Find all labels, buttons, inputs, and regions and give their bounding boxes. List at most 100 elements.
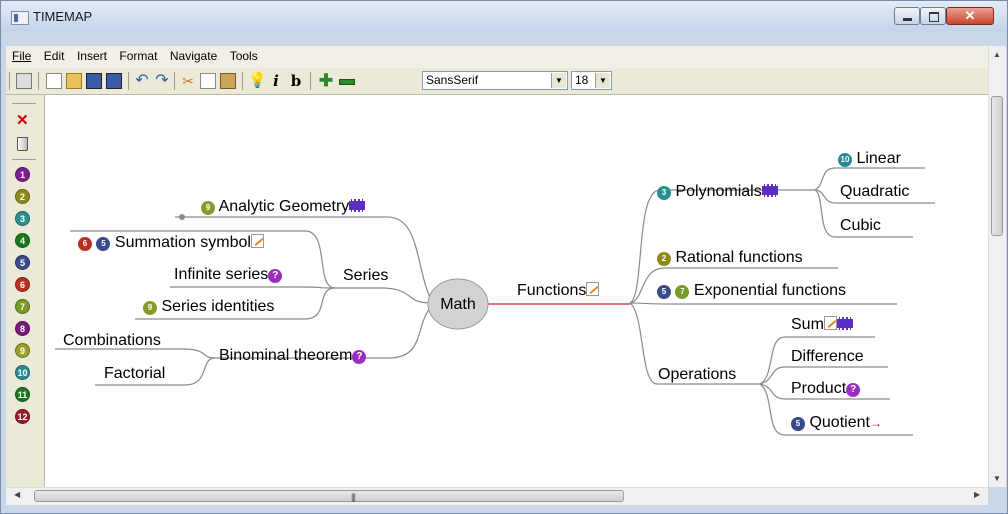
close-button[interactable]: ✕ — [946, 7, 994, 25]
bold-button[interactable]: b — [288, 73, 304, 89]
priority-5-icon[interactable]: 5 — [15, 255, 30, 270]
node-sum[interactable]: Sum — [791, 315, 853, 335]
node-series[interactable]: Series — [343, 266, 388, 286]
node-analytic-geometry[interactable]: 9 Analytic Geometry — [201, 197, 366, 217]
node-label: Series identities — [161, 298, 275, 315]
node-linear[interactable]: 10 Linear — [838, 149, 901, 169]
horizontal-scroll-thumb[interactable]: ||| — [34, 490, 624, 502]
priority-9-icon[interactable]: 9 — [15, 343, 30, 358]
font-size-select[interactable]: 18 ▼ — [571, 71, 612, 90]
save-icon[interactable] — [86, 73, 102, 89]
vertical-scrollbar[interactable]: ▲ ▼ — [988, 46, 1006, 487]
priority-3-icon[interactable]: 3 — [15, 211, 30, 226]
scroll-left-icon[interactable]: ◀ — [14, 490, 20, 499]
node-label: Summation symbol — [114, 234, 251, 251]
priority-11-icon[interactable]: 11 — [15, 387, 30, 402]
trash-icon[interactable] — [17, 137, 28, 151]
undo-icon[interactable]: ↶ — [134, 73, 150, 89]
priority-12-icon[interactable]: 12 — [15, 409, 30, 424]
toolbar-separator — [128, 72, 129, 90]
root-node[interactable]: Math — [432, 295, 484, 315]
menu-tools[interactable]: Tools — [226, 46, 262, 64]
toolbar-separator — [38, 72, 39, 90]
cut-icon[interactable]: ✂ — [180, 73, 196, 89]
new-map-icon[interactable] — [46, 73, 62, 89]
sidebar-divider — [12, 159, 36, 160]
node-polynomials[interactable]: 3 Polynomials — [657, 182, 778, 202]
icon-sidebar: ✕ 1 2 3 4 5 6 7 8 9 10 11 12 — [6, 95, 45, 487]
node-label: Linear — [856, 150, 901, 167]
menu-navigate[interactable]: Navigate — [166, 46, 221, 64]
priority-7-icon[interactable]: 7 — [15, 299, 30, 314]
node-series-identities[interactable]: 9 Series identities — [143, 297, 274, 317]
priority-9-icon: 9 — [143, 301, 157, 315]
priority-5-icon: 5 — [791, 417, 805, 431]
menu-file[interactable]: File — [8, 46, 35, 64]
node-combinations[interactable]: Combinations — [63, 331, 161, 351]
note-icon — [586, 282, 600, 296]
node-operations[interactable]: Operations — [658, 365, 736, 385]
toolbar-separator — [9, 72, 10, 90]
mindmap-canvas[interactable]: Math 9 Analytic Geometry Series 6 5 Summ… — [45, 95, 988, 487]
node-cubic[interactable]: Cubic — [840, 216, 881, 236]
font-family-select[interactable]: SansSerif ▼ — [422, 71, 568, 90]
priority-6-icon[interactable]: 6 — [15, 277, 30, 292]
node-label: Functions — [517, 282, 587, 299]
node-label: Infinite series — [174, 266, 269, 283]
node-difference[interactable]: Difference — [791, 347, 864, 367]
priority-6-icon: 6 — [78, 237, 92, 251]
question-icon: ? — [268, 269, 283, 283]
scroll-down-icon[interactable]: ▼ — [993, 474, 1001, 483]
scroll-up-icon[interactable]: ▲ — [993, 50, 1001, 59]
priority-1-icon[interactable]: 1 — [15, 167, 30, 182]
link-arrow-icon: → — [869, 416, 882, 430]
priority-2-icon: 2 — [657, 252, 671, 266]
node-label: Rational functions — [675, 249, 803, 266]
scroll-right-icon[interactable]: ▶ — [974, 490, 980, 499]
font-family-value: SansSerif — [426, 73, 479, 87]
menu-file-label: File — [12, 49, 32, 63]
lightbulb-icon[interactable]: 💡 — [248, 73, 267, 89]
vertical-scroll-thumb[interactable] — [991, 96, 1003, 236]
print-icon[interactable] — [16, 73, 32, 89]
node-infinite-series[interactable]: Infinite series? — [174, 265, 283, 285]
title-bar[interactable]: TIMEMAP ✕ — [1, 1, 1007, 31]
menu-bar: File Edit Insert Format Navigate Tools — [6, 46, 1000, 68]
horizontal-scrollbar[interactable]: ◀ ||| ▶ — [6, 487, 988, 505]
maximize-button[interactable] — [920, 7, 946, 25]
question-icon: ? — [352, 350, 367, 364]
italic-button[interactable]: i — [268, 73, 284, 89]
node-rational-functions[interactable]: 2 Rational functions — [657, 248, 803, 268]
node-label: Quotient — [809, 414, 870, 431]
node-label: Product — [791, 380, 847, 397]
minimize-button[interactable] — [894, 7, 920, 25]
add-node-icon[interactable]: ✚ — [318, 72, 334, 89]
priority-4-icon[interactable]: 4 — [15, 233, 30, 248]
menu-edit[interactable]: Edit — [40, 46, 69, 64]
priority-2-icon[interactable]: 2 — [15, 189, 30, 204]
node-label: Exponential functions — [693, 282, 847, 299]
node-binominal-theorem[interactable]: Binominal theorem? — [219, 346, 367, 366]
node-quadratic[interactable]: Quadratic — [840, 182, 909, 202]
copy-icon[interactable] — [200, 73, 216, 89]
font-size-value: 18 — [575, 73, 589, 87]
redo-icon[interactable]: ↷ — [154, 73, 170, 89]
node-product[interactable]: Product? — [791, 379, 861, 399]
priority-10-icon[interactable]: 10 — [15, 365, 30, 380]
node-functions[interactable]: Functions — [517, 281, 600, 301]
menu-insert[interactable]: Insert — [73, 46, 111, 64]
save-as-icon[interactable] — [106, 73, 122, 89]
node-factorial[interactable]: Factorial — [104, 364, 165, 384]
remove-icon-button[interactable]: ✕ — [16, 111, 29, 129]
menu-format[interactable]: Format — [115, 46, 161, 64]
priority-8-icon[interactable]: 8 — [15, 321, 30, 336]
open-folder-icon[interactable] — [66, 73, 82, 89]
node-label: Sum — [791, 316, 824, 333]
node-exponential-functions[interactable]: 5 7 Exponential functions — [657, 281, 846, 301]
node-summation-symbol[interactable]: 6 5 Summation symbol — [78, 233, 264, 253]
node-label: Analytic Geometry — [218, 198, 350, 215]
node-quotient[interactable]: 5 Quotient→ — [791, 413, 882, 433]
remove-node-icon[interactable] — [338, 73, 355, 89]
node-label: Binominal theorem — [219, 347, 353, 364]
paste-icon[interactable] — [220, 73, 236, 89]
